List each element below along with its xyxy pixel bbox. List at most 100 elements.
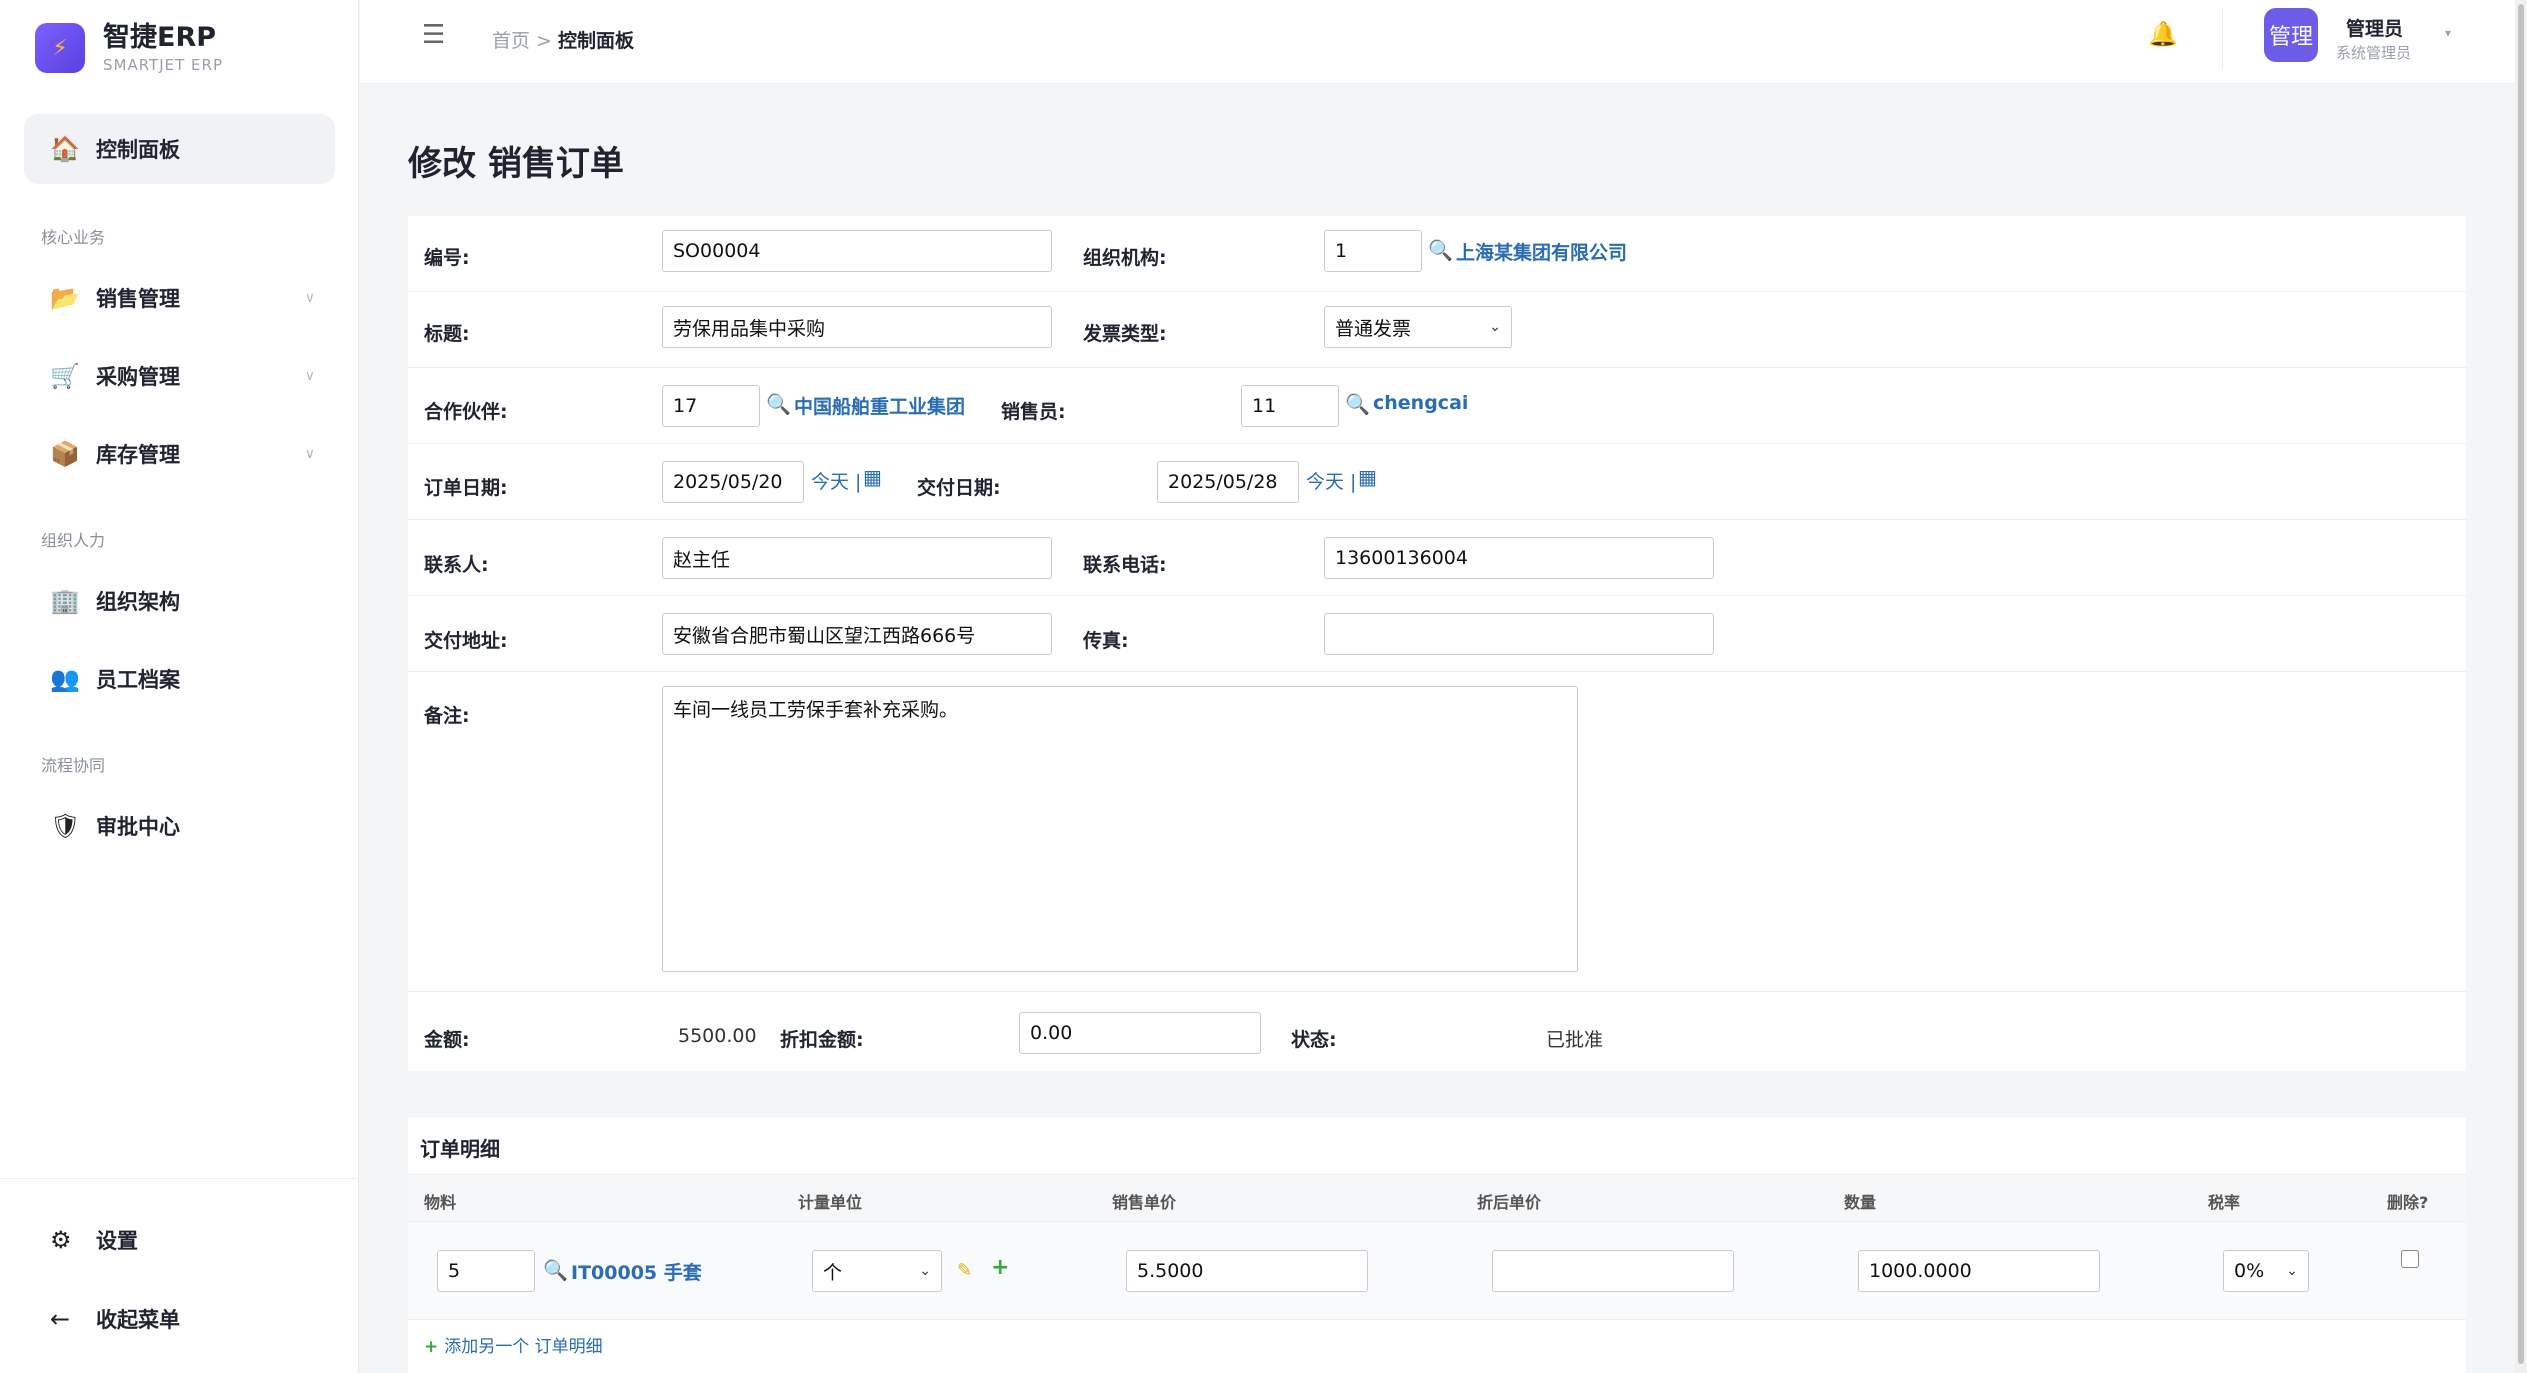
lightning-logo-icon: ⚡ [35,23,85,73]
form-row: 联系人: 联系电话: [408,520,2466,596]
quantity-input[interactable] [1858,1250,2100,1292]
title-label: 标题: [424,323,470,345]
delivery-date-input[interactable] [1157,461,1299,503]
invoice-type-label: 发票类型: [1083,323,1167,345]
salesman-input[interactable] [1241,385,1339,427]
brand-title: 智捷ERP [103,22,217,53]
salesman-link[interactable]: chengcai [1373,392,1468,414]
breadcrumb-home[interactable]: 首页 > [492,30,552,52]
invoice-type-value: 普通发票 [1335,317,1412,340]
brand[interactable]: ⚡ 智捷ERP SMARTJET ERP [35,22,223,74]
sidebar-item-sales[interactable]: 📂 销售管理 ∨ [24,268,335,328]
invoice-type-select[interactable]: 普通发票 ⌄ [1324,306,1512,348]
column-header-tax: 税率 [2208,1193,2241,1212]
remark-textarea[interactable]: 车间一线员工劳保手套补充采购。 [662,686,1578,972]
sidebar-item-purchase[interactable]: 🛒 采购管理 ∨ [24,346,335,406]
delivery-date-label: 交付日期: [917,477,1001,499]
user-name[interactable]: 管理员 [2346,14,2403,41]
scrollbar[interactable] [2515,0,2527,1373]
calendar-icon[interactable]: ▦ [1358,465,1377,489]
gear-icon: ⚙ [50,1226,72,1254]
sidebar-item-approval[interactable]: 🛡 审批中心 [24,796,335,856]
add-order-line-link[interactable]: + 添加另一个 订单明细 [424,1332,603,1357]
column-header-quantity: 数量 [1844,1193,1877,1212]
partner-link[interactable]: 中国船舶重工业集团 [794,392,965,419]
delivery-date-today-link[interactable]: 今天 | [1306,467,1356,494]
remark-label: 备注: [424,705,470,727]
contact-input[interactable] [662,537,1052,579]
section-label-core: 核心业务 [41,228,106,247]
salesman-label: 销售员: [1001,401,1066,423]
price-input[interactable] [1126,1250,1368,1292]
sidebar-item-dashboard[interactable]: 🏠 控制面板 [24,114,335,184]
order-form: 编号: 组织机构: 🔍 上海某集团有限公司 标题: 发票类型: 普通发票 ⌄ 合… [408,216,2466,1071]
scrollbar-thumb[interactable] [2518,4,2524,1364]
box-icon: 📦 [50,440,80,468]
page-title: 修改 销售订单 [408,144,624,184]
order-details-title: 订单明细 [420,1137,500,1161]
chevron-down-icon: ∨ [304,290,315,306]
brand-subtitle: SMARTJET ERP [103,56,223,74]
column-header-delete: 删除? [2387,1193,2429,1212]
order-date-today-link[interactable]: 今天 | [811,467,861,494]
people-icon: 👥 [50,665,80,693]
org-link[interactable]: 上海某集团有限公司 [1456,238,1627,265]
material-id-input[interactable] [437,1250,535,1292]
search-icon[interactable]: 🔍 [1345,392,1370,416]
discount-price-input[interactable] [1492,1250,1734,1292]
status-label: 状态: [1291,1029,1337,1051]
column-header-material: 物料 [424,1193,457,1212]
form-row: 标题: 发票类型: 普通发票 ⌄ [408,292,2466,368]
sidebar-item-org[interactable]: 🏢 组织架构 [24,571,335,631]
address-label: 交付地址: [424,630,508,652]
building-icon: 🏢 [50,587,80,615]
calendar-icon[interactable]: ▦ [863,465,882,489]
avatar[interactable]: 管理 [2264,8,2318,62]
sidebar: ⚡ 智捷ERP SMARTJET ERP 🏠 控制面板 核心业务 📂 销售管理 … [0,0,359,1373]
form-row: 编号: 组织机构: 🔍 上海某集团有限公司 [408,216,2466,292]
discount-input[interactable] [1019,1012,1261,1054]
address-input[interactable] [662,613,1052,655]
material-link[interactable]: IT00005 手套 [571,1258,702,1285]
breadcrumb-current: 控制面板 [558,30,635,52]
sidebar-item-inventory[interactable]: 📦 库存管理 ∨ [24,424,335,484]
fax-input[interactable] [1324,613,1714,655]
add-order-line-label: 添加另一个 订单明细 [444,1337,603,1357]
phone-label: 联系电话: [1083,554,1167,576]
amount-label: 金额: [424,1029,470,1051]
partner-input[interactable] [662,385,760,427]
column-header-unit: 计量单位 [798,1193,863,1212]
org-input[interactable] [1324,230,1422,272]
sidebar-item-settings[interactable]: ⚙ 设置 [24,1210,335,1270]
folder-icon: 📂 [50,284,80,312]
topbar: ☰ 首页 > 控制面板 🔔 管理 管理员 系统管理员 ▾ [360,0,2527,84]
chevron-down-icon: ⌄ [2286,1263,2298,1279]
collapse-menu-button[interactable]: ← 收起菜单 [24,1289,335,1349]
sidebar-item-employees[interactable]: 👥 员工档案 [24,649,335,709]
unit-select[interactable]: 个 ⌄ [812,1250,942,1292]
phone-input[interactable] [1324,537,1714,579]
pencil-icon[interactable]: ✎ [957,1260,972,1281]
hamburger-menu-icon[interactable]: ☰ [422,20,445,50]
delete-checkbox[interactable] [2401,1250,2419,1268]
shield-icon: 🛡 [50,812,81,840]
title-input[interactable] [662,306,1052,348]
bell-icon[interactable]: 🔔 [2148,20,2178,48]
order-date-input[interactable] [662,461,804,503]
tax-select[interactable]: 0% ⌄ [2223,1250,2309,1292]
chevron-down-icon: ⌄ [1489,319,1501,335]
search-icon[interactable]: 🔍 [1428,238,1453,262]
amount-value: 5500.00 [678,1025,757,1047]
chevron-down-icon: ∨ [304,368,315,384]
search-icon[interactable]: 🔍 [766,392,791,416]
code-input[interactable] [662,230,1052,272]
arrow-left-icon: ← [50,1305,71,1333]
plus-icon[interactable]: + [991,1255,1009,1280]
fax-label: 传真: [1083,630,1129,652]
search-icon[interactable]: 🔍 [543,1258,568,1282]
partner-label: 合作伙伴: [424,401,508,423]
column-header-price: 销售单价 [1112,1193,1177,1212]
unit-value: 个 [823,1261,843,1284]
sidebar-bottom [0,1178,359,1179]
chevron-down-icon[interactable]: ▾ [2445,26,2451,40]
